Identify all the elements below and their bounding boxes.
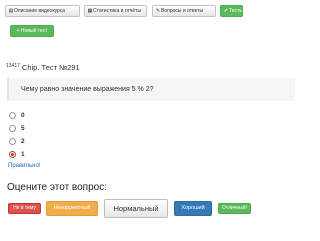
tab-label: Статистика и отчёты	[93, 8, 142, 14]
tab-label: Вопросы и ответы	[161, 8, 204, 14]
rate-off-topic-button[interactable]: Не в тему	[8, 203, 41, 214]
answer-label: 1	[21, 151, 25, 158]
tab-course-description[interactable]: ▤Описание видеокурса	[5, 5, 80, 17]
test-title-text: Chip. Тест №291	[21, 63, 80, 72]
tab-statistics[interactable]: ▦Статистика и отчёты	[84, 5, 147, 17]
tab-label: Описание видеокурса	[14, 8, 66, 14]
test-title: 13417 Chip. Тест №291	[6, 63, 80, 72]
answer-option[interactable]: 0	[9, 112, 49, 120]
rate-incorrect-button[interactable]: Некорректный	[46, 201, 98, 216]
tab-tests[interactable]: ✔Тесты	[220, 5, 243, 17]
rating-heading: Оцените этот вопрос:	[7, 182, 107, 193]
answer-option-selected[interactable]: 1	[9, 151, 49, 159]
answer-feedback: Правильно!	[8, 163, 41, 169]
rate-normal-button[interactable]: Нормальный	[104, 199, 168, 218]
tab-questions-answers[interactable]: ✎Вопросы и ответы	[152, 5, 216, 17]
answer-radio-selected[interactable]	[9, 151, 16, 158]
answer-option[interactable]: 5	[9, 125, 49, 133]
answer-radio[interactable]	[9, 125, 16, 132]
question-box: Чему равно значение выражения 5 % 2?	[7, 78, 295, 101]
tab-label: Тесты	[229, 8, 243, 14]
course-tabs: ▤Описание видеокурса ▦Статистика и отчёт…	[0, 5, 300, 17]
answer-radio[interactable]	[9, 138, 16, 145]
new-test-button[interactable]: + Новый тест	[10, 25, 54, 37]
test-id: 13417	[6, 63, 20, 69]
answer-option[interactable]: 2	[9, 138, 49, 146]
rate-good-button[interactable]: Хороший	[174, 201, 212, 216]
question-text: Чему равно значение выражения 5 % 2?	[21, 86, 154, 93]
answer-label: 5	[21, 125, 25, 132]
rate-excellent-button[interactable]: Отличный!	[218, 203, 251, 214]
answer-label: 0	[21, 112, 25, 119]
answer-radio[interactable]	[9, 112, 16, 119]
answer-label: 2	[21, 138, 25, 145]
